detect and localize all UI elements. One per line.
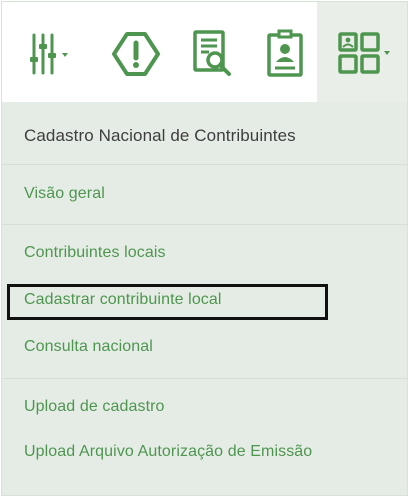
menu-divider [2, 164, 407, 165]
dropdown-panel: Cadastro Nacional de Contribuintes Visão… [1, 1, 408, 496]
menu-item-contribuintes-locais[interactable]: Contribuintes locais [24, 244, 166, 262]
octagon-exclamation-icon [112, 32, 160, 76]
id-badge-icon [267, 29, 303, 77]
menu-divider [2, 224, 407, 225]
equalizer-sliders-icon [30, 33, 68, 75]
document-search-icon [193, 30, 231, 76]
menu-item-cadastrar-contribuinte-local[interactable]: Cadastrar contribuinte local [24, 291, 222, 309]
search-documents-button[interactable] [180, 22, 244, 86]
menu-item-upload-arquivo-autorizacao[interactable]: Upload Arquivo Autorização de Emissão [24, 443, 312, 461]
menu-item-upload-de-cadastro[interactable]: Upload de cadastro [24, 398, 165, 416]
app-grid-icon [338, 32, 390, 74]
chevron-down-icon [384, 51, 390, 55]
apps-menu-button[interactable] [332, 22, 396, 86]
chevron-down-icon [62, 53, 68, 57]
menu-item-visao-geral[interactable]: Visão geral [24, 185, 105, 203]
menu-header: Cadastro Nacional de Contribuintes [24, 126, 296, 145]
filters-menu-button[interactable] [22, 22, 86, 86]
menu-item-consulta-nacional[interactable]: Consulta nacional [24, 338, 153, 356]
badge-button[interactable] [253, 22, 317, 86]
menu-divider [2, 378, 407, 379]
alerts-button[interactable] [104, 22, 168, 86]
toolbar [2, 2, 409, 102]
apps-dropdown-menu: Cadastro Nacional de Contribuintes Visão… [2, 102, 407, 497]
